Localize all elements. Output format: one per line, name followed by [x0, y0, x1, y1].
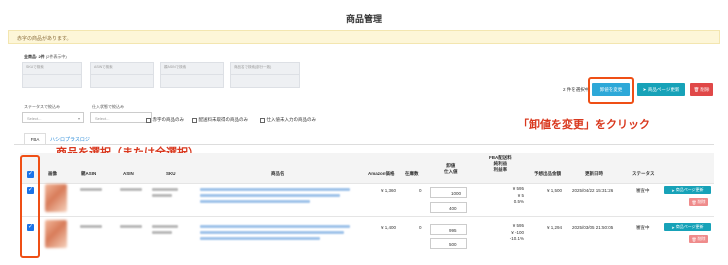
send-icon: ➤: [671, 224, 675, 230]
checkbox-box[interactable]: [260, 117, 265, 123]
checkbox-box[interactable]: [192, 117, 197, 123]
stock-cell: 0: [419, 225, 422, 230]
header-fba: FBA配送料 純利益 利益率: [489, 155, 512, 172]
sku-cell: [152, 225, 178, 228]
no-shipping-only-checkbox[interactable]: 配送料未取得の商品のみ: [192, 117, 248, 123]
no-cost-only-checkbox[interactable]: 仕入値未入力の商品のみ: [260, 117, 316, 123]
header-status: ステータス: [632, 171, 655, 176]
product-name-link[interactable]: [200, 200, 310, 203]
shipping-filter-label: 仕入状態で絞込み: [92, 104, 124, 109]
product-name-search-box[interactable]: [230, 74, 300, 88]
product-name-link[interactable]: [200, 225, 350, 228]
row-delete-button[interactable]: 🗑 削除: [689, 235, 708, 243]
send-icon: ➤: [642, 86, 647, 92]
summary: 全商品: 2件 (2件表示中): [24, 54, 67, 60]
sku-cell: [152, 194, 172, 197]
status-cell: 審査中: [636, 188, 650, 193]
forecast-cell: ¥ 1,500: [547, 188, 563, 193]
parent-asin-cell: [80, 225, 102, 228]
cost-input[interactable]: 400: [430, 202, 467, 213]
asin-cell: [120, 225, 142, 228]
row-update-button[interactable]: ➤ 商品ページ更新: [664, 186, 711, 194]
deficit-only-checkbox[interactable]: 赤字の商品のみ: [146, 117, 184, 123]
product-thumbnail: [45, 184, 67, 212]
checkbox-highlight-frame: [20, 155, 40, 258]
amazon-price-cell: ¥ 1,400: [381, 225, 397, 230]
updated-at-cell: 2025/04/22 15:31:26: [572, 188, 614, 193]
status-cell: 審査中: [636, 225, 650, 230]
profit-cell: ¥ 595 ¥ 5 0.5%: [512, 186, 524, 204]
trash-icon: 🗑: [691, 199, 697, 205]
trash-icon: 🗑: [691, 236, 697, 242]
product-name-link[interactable]: [200, 188, 350, 191]
sku-cell: [152, 188, 178, 191]
product-name-link[interactable]: [200, 237, 320, 240]
parent-asin-cell: [80, 188, 102, 191]
forecast-cell: ¥ 1,294: [547, 225, 563, 230]
chevron-down-icon: ▾: [77, 116, 80, 121]
wholesale-input[interactable]: 1000: [430, 187, 467, 198]
sku-search-box[interactable]: [22, 74, 82, 88]
button-highlight-frame: [588, 77, 634, 104]
shipping-select[interactable]: Select... ▾: [90, 112, 152, 123]
page-title: 商品管理: [345, 14, 382, 24]
header-parent-asin: 親ASIN: [81, 171, 97, 176]
selected-count: 2 件を選択中: [563, 87, 590, 92]
cost-input[interactable]: 500: [430, 238, 467, 249]
trash-icon: 🗑: [693, 86, 700, 92]
product-thumbnail: [45, 220, 67, 248]
checkbox-box[interactable]: [146, 117, 151, 123]
header-asin: ASIN: [123, 171, 134, 176]
row-delete-button[interactable]: 🗑 削除: [689, 198, 708, 206]
amazon-price-cell: ¥ 1,360: [381, 188, 397, 193]
header-image: 画像: [48, 171, 57, 176]
row-update-button[interactable]: ➤ 商品ページ更新: [664, 223, 711, 231]
send-icon: ➤: [671, 187, 675, 193]
row-divider: [20, 216, 714, 217]
header-wholesale: 卸値 仕入値: [444, 163, 458, 174]
wholesale-input[interactable]: 995: [430, 224, 467, 235]
parent-asin-search-box[interactable]: [160, 74, 224, 88]
sku-cell: [152, 231, 172, 234]
header-updated-at: 更新日時: [585, 171, 603, 176]
header-stock: 在庫数: [405, 171, 419, 176]
tab-fba[interactable]: FBA: [24, 133, 46, 144]
header-amazon-price: Amazon価格: [368, 171, 395, 176]
change-price-annotation: 「卸値を変更」をクリック: [518, 119, 650, 131]
deficit-alert: 赤字の商品があります。: [8, 30, 720, 44]
row-divider: [20, 183, 714, 184]
summary-count: 全商品: 2件: [24, 54, 45, 59]
product-name-link[interactable]: [200, 194, 340, 197]
header-product-name: 商品名: [271, 171, 285, 176]
header-forecast-sales: 予想出品金額: [534, 171, 561, 176]
tab-hashiro-plus-logi[interactable]: ハシロプラスロジ: [50, 136, 90, 143]
status-filter-label: ステータスで絞込み: [24, 104, 60, 109]
table-header: [20, 153, 714, 183]
profit-cell: ¥ 595 ¥ -100 -10.1%: [509, 223, 524, 241]
product-name-link[interactable]: [200, 231, 344, 234]
asin-search-box[interactable]: [90, 74, 154, 88]
status-select[interactable]: Select... ▾: [22, 112, 84, 123]
header-sku: SKU: [166, 171, 176, 176]
summary-note: (2件表示中): [45, 54, 67, 59]
stock-cell: 0: [419, 188, 422, 193]
update-product-page-button[interactable]: ➤ 商品ページ更新: [637, 83, 685, 96]
updated-at-cell: 2025/03/05 21:50:05: [572, 225, 614, 230]
asin-cell: [120, 188, 142, 191]
delete-button[interactable]: 🗑 削除: [690, 83, 713, 96]
